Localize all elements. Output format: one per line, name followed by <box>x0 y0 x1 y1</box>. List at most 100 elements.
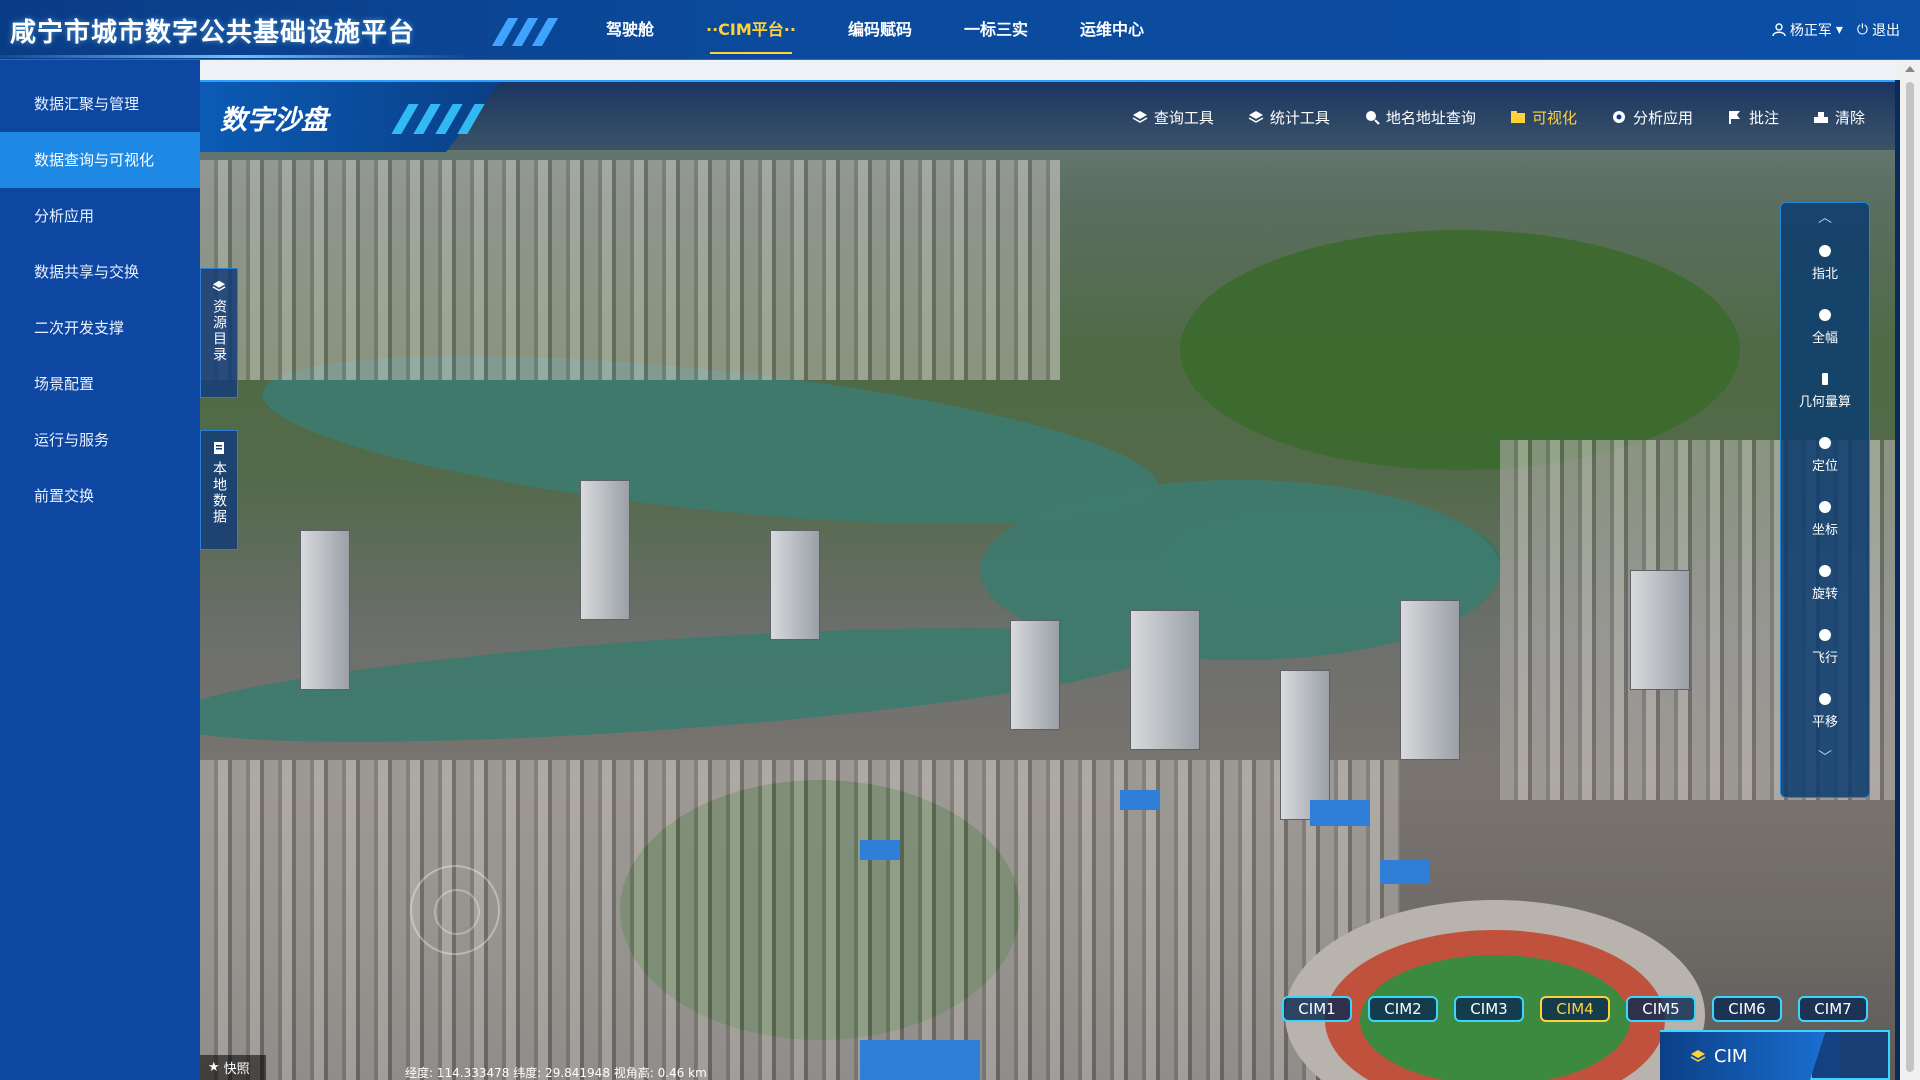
slash-decoration <box>491 18 570 46</box>
nav-cim-platform[interactable]: ··CIM平台·· <box>680 0 822 60</box>
pan-icon <box>1819 692 1831 705</box>
sidebar-item-secondary-dev[interactable]: 二次开发支撑 <box>0 300 200 356</box>
tool-place-search[interactable]: 地名地址查询 <box>1364 107 1476 128</box>
control-pan[interactable]: 平移 <box>1781 679 1869 743</box>
control-label: 坐标 <box>1811 522 1838 538</box>
tab-resource-catalog[interactable]: 资源目录 <box>200 268 238 398</box>
tab-local-data[interactable]: 本地数据 <box>200 430 238 550</box>
tower <box>1400 600 1460 760</box>
tool-analysis[interactable]: 分析应用 <box>1611 107 1693 128</box>
control-label: 飞行 <box>1811 650 1838 666</box>
file-icon <box>214 442 224 454</box>
tower <box>1280 670 1330 820</box>
control-full-extent[interactable]: 全幅 <box>1781 295 1869 359</box>
gear-icon <box>1612 111 1625 123</box>
nav-ops-center[interactable]: 运维中心 <box>1054 0 1170 60</box>
control-label: 几何量算 <box>1798 394 1851 410</box>
map-header: 数字沙盘 查询工具 统计工具 地名地址查询 可视化 分析应用 批注 清除 <box>200 80 1895 152</box>
control-coordinates[interactable]: 坐标 <box>1781 487 1869 551</box>
tool-statistics[interactable]: 统计工具 <box>1248 107 1330 128</box>
layers-icon <box>212 280 226 292</box>
tool-clear[interactable]: 清除 <box>1813 107 1865 128</box>
tower <box>1630 570 1690 690</box>
control-fly[interactable]: 飞行 <box>1781 615 1869 679</box>
navigation-compass[interactable] <box>410 865 500 955</box>
map-controls-panel: ︿ 指北 全幅 几何量算 定位 坐标 旋转 飞行 平移 ﹀ <box>1780 202 1870 798</box>
cim-level-button[interactable]: CIM7 <box>1798 996 1868 1022</box>
tool-query[interactable]: 查询工具 <box>1132 107 1214 128</box>
main-nav: 驾驶舱 ··CIM平台·· 编码赋码 一标三实 运维中心 <box>580 0 1170 60</box>
tool-label: 清除 <box>1834 108 1865 127</box>
tool-label: 地名地址查询 <box>1385 108 1476 127</box>
map-title: 数字沙盘 <box>220 105 328 136</box>
3d-city-map[interactable]: 数字沙盘 查询工具 统计工具 地名地址查询 可视化 分析应用 批注 清除 <box>200 80 1895 1080</box>
user-menu[interactable]: 杨正军 ▾ <box>1772 20 1843 40</box>
nav-encoding[interactable]: 编码赋码 <box>822 0 938 60</box>
scroll-thumb[interactable] <box>1906 82 1914 1072</box>
tower <box>1130 610 1200 750</box>
folder-icon <box>1510 111 1525 123</box>
map-top-strip <box>200 60 1900 80</box>
control-label: 平移 <box>1811 714 1838 730</box>
blue-roof <box>860 840 900 860</box>
cim-level-button[interactable]: CIM4 <box>1540 996 1610 1022</box>
cim-level-button[interactable]: CIM1 <box>1282 996 1352 1022</box>
tool-label: 查询工具 <box>1153 108 1214 127</box>
chevron-down-icon: ﹀ <box>1818 750 1832 766</box>
cim-level-button[interactable]: CIM2 <box>1368 996 1438 1022</box>
user-name: 杨正军 <box>1789 23 1832 39</box>
cim-level-button[interactable]: CIM5 <box>1626 996 1696 1022</box>
blue-roof <box>860 1040 980 1080</box>
tool-label: 统计工具 <box>1269 108 1330 127</box>
snapshot-button[interactable]: ★ 快照 <box>200 1055 266 1080</box>
blue-roof <box>1120 790 1160 810</box>
coordinate-readout: 经度: 114.333478 纬度: 29.841948 视角高: 0.46 k… <box>405 1066 707 1080</box>
scroll-down-button[interactable]: ﹀ <box>1781 743 1869 771</box>
tower <box>770 530 820 640</box>
chevron-down-icon: ▾ <box>1835 22 1843 38</box>
tab-label: 本地数据 <box>211 461 227 525</box>
pin-icon <box>1819 436 1831 449</box>
tool-label: 批注 <box>1748 108 1779 127</box>
sidebar: 数据汇聚与管理 数据查询与可视化 分析应用 数据共享与交换 二次开发支撑 场景配… <box>0 60 200 1080</box>
cim-level-button[interactable]: CIM6 <box>1712 996 1782 1022</box>
page-scrollbar[interactable] <box>1900 60 1920 1080</box>
star-icon: ★ <box>208 1060 220 1075</box>
district-south <box>200 760 1400 1080</box>
sidebar-item-operation-service[interactable]: 运行与服务 <box>0 412 200 468</box>
sidebar-item-scene-config[interactable]: 场景配置 <box>0 356 200 412</box>
cim-level-button[interactable]: CIM3 <box>1454 996 1524 1022</box>
control-rotate[interactable]: 旋转 <box>1781 551 1869 615</box>
sidebar-item-analysis[interactable]: 分析应用 <box>0 188 200 244</box>
ruler-icon <box>1822 372 1828 385</box>
control-label: 定位 <box>1811 458 1838 474</box>
tool-annotate[interactable]: 批注 <box>1727 107 1779 128</box>
scroll-up-button[interactable]: ︿ <box>1781 203 1869 231</box>
control-label: 指北 <box>1811 266 1838 282</box>
snapshot-label: 快照 <box>223 1062 250 1077</box>
flag-icon <box>1728 111 1740 124</box>
sidebar-item-data-sharing[interactable]: 数据共享与交换 <box>0 244 200 300</box>
control-north[interactable]: 指北 <box>1781 231 1869 295</box>
sidebar-item-data-query-visualization[interactable]: 数据查询与可视化 <box>0 132 200 188</box>
sidebar-item-data-aggregation[interactable]: 数据汇聚与管理 <box>0 76 200 132</box>
scroll-up-arrow[interactable] <box>1905 66 1915 72</box>
logout-button[interactable]: ⏻ 退出 <box>1857 20 1900 40</box>
control-locate[interactable]: 定位 <box>1781 423 1869 487</box>
sidebar-item-front-exchange[interactable]: 前置交换 <box>0 468 200 524</box>
tool-visualization[interactable]: 可视化 <box>1510 107 1577 128</box>
tower <box>580 480 630 620</box>
rotate-icon <box>1819 564 1831 577</box>
district-north <box>200 160 1060 380</box>
slash-decoration <box>390 104 490 134</box>
pin-icon <box>1819 500 1831 513</box>
map-toolbar: 查询工具 统计工具 地名地址查询 可视化 分析应用 批注 清除 <box>1098 82 1865 152</box>
cim-label: CIM <box>1714 1045 1748 1067</box>
control-measure[interactable]: 几何量算 <box>1781 359 1869 423</box>
nav-cockpit[interactable]: 驾驶舱 <box>580 0 680 60</box>
tool-label: 分析应用 <box>1632 108 1693 127</box>
nav-one-standard-three-real[interactable]: 一标三实 <box>938 0 1054 60</box>
globe-icon <box>1819 308 1831 321</box>
chevron-up-icon: ︿ <box>1818 210 1832 226</box>
app-title: 咸宁市城市数字公共基础设施平台 <box>10 18 416 48</box>
